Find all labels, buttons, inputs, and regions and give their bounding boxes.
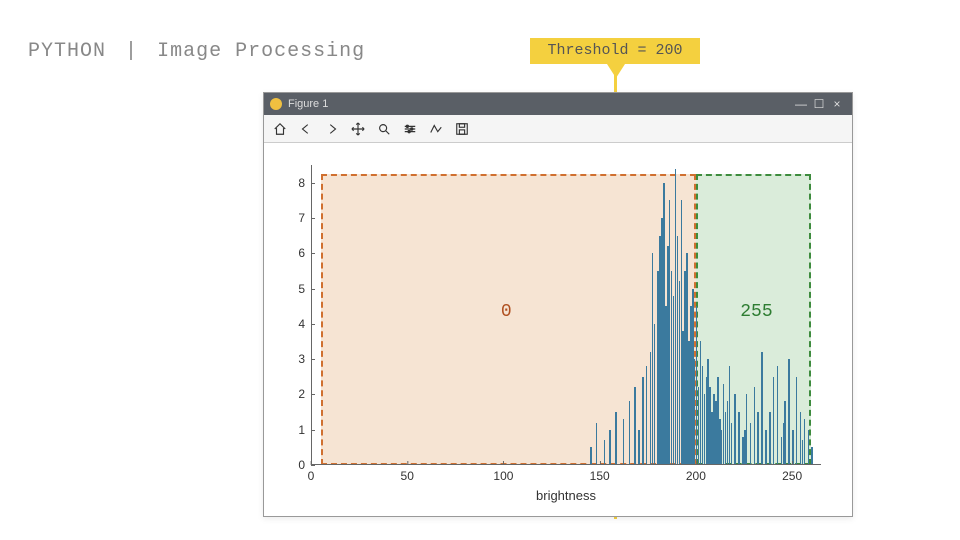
x-tick: 50 <box>401 465 414 483</box>
y-tick: 8 <box>298 176 311 190</box>
y-tick: 4 <box>298 317 311 331</box>
x-tick: 150 <box>590 465 610 483</box>
save-icon[interactable] <box>452 119 472 139</box>
y-tick: 1 <box>298 423 311 437</box>
app-icon <box>270 98 282 110</box>
x-axis-label: brightness <box>536 488 596 503</box>
home-icon[interactable] <box>270 119 290 139</box>
matplotlib-toolbar <box>264 115 852 143</box>
y-tick: 5 <box>298 282 311 296</box>
x-tick: 100 <box>493 465 513 483</box>
x-tick: 250 <box>782 465 802 483</box>
pan-icon[interactable] <box>348 119 368 139</box>
close-button[interactable]: × <box>828 97 846 111</box>
plot-area: 0 255 012345678 050100150200250 brightne… <box>276 155 840 504</box>
header-left: PYTHON <box>28 40 106 63</box>
configure-subplots-icon[interactable] <box>400 119 420 139</box>
y-tick: 2 <box>298 387 311 401</box>
header-right: Image Processing <box>157 40 365 63</box>
header-separator: | <box>125 40 138 63</box>
y-tick: 3 <box>298 352 311 366</box>
axes-border <box>311 165 821 465</box>
threshold-callout: Threshold = 200 <box>530 38 700 64</box>
minimize-button[interactable]: — <box>792 97 810 111</box>
window-title-bar[interactable]: Figure 1 — ☐ × <box>264 93 852 115</box>
x-tick: 200 <box>686 465 706 483</box>
maximize-button[interactable]: ☐ <box>810 97 828 111</box>
y-tick: 7 <box>298 211 311 225</box>
window-title: Figure 1 <box>288 98 328 110</box>
x-tick: 0 <box>308 465 315 483</box>
edit-icon[interactable] <box>426 119 446 139</box>
figure-window: Figure 1 — ☐ × 0 255 012345678 050100150… <box>263 92 853 517</box>
threshold-label: Threshold = 200 <box>547 42 682 59</box>
forward-icon[interactable] <box>322 119 342 139</box>
zoom-icon[interactable] <box>374 119 394 139</box>
back-icon[interactable] <box>296 119 316 139</box>
page-header: PYTHON | Image Processing <box>28 40 365 63</box>
y-tick: 6 <box>298 246 311 260</box>
chart-axes: 0 255 012345678 050100150200250 brightne… <box>311 165 821 465</box>
